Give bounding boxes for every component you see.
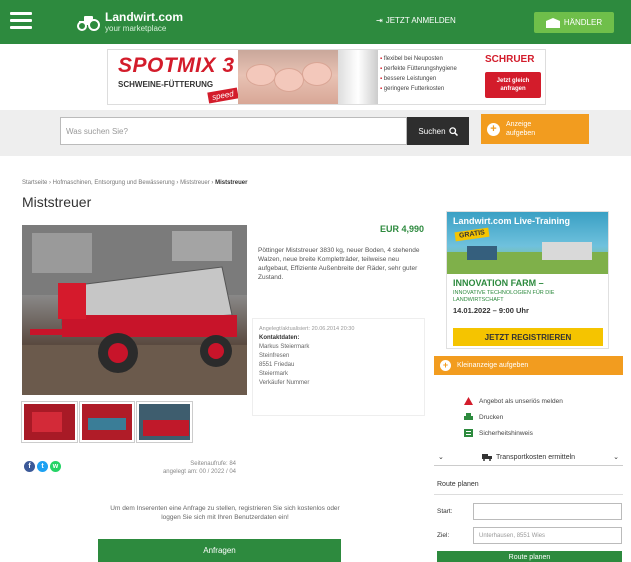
breadcrumb-path[interactable]: Startseite › Hofmaschinen, Entsorgung un… [22,180,215,186]
print-link[interactable]: Drucken [464,409,563,425]
contact-line: Markus Steiermark [259,344,310,350]
dealer-label: HÄNDLER [563,18,603,27]
ad-register-button[interactable]: JETZT REGISTRIEREN [453,328,603,346]
destination-input[interactable]: Unterhausen, 8551 Wies [473,527,622,544]
pigs-photo [238,50,338,104]
divider [434,494,623,495]
info-card-icon [464,429,473,437]
sidebar-post-ad-button[interactable]: + Kleinanzeige aufgeben [434,356,623,375]
breadcrumb-current: Miststreuer [215,180,248,186]
ad-date: 14.01.2022 – 9:00 Uhr [453,306,529,315]
views-count: Seitenaufrufe: 84 [190,461,236,467]
destination-value: Unterhausen, 8551 Wies [479,532,546,539]
created-date: angelegt am: 00 / 2022 / 04 [162,469,236,475]
plus-icon: + [487,122,500,136]
social-share: f t w [24,461,61,472]
search-button[interactable]: Suchen [407,117,469,145]
thumbnail[interactable] [78,401,136,443]
sidebar-post-label: Kleinanzeige aufgeben [457,362,529,369]
login-label: JETZT ANMELDEN [385,16,456,25]
banner-feature: flexibel bei Neuposten [380,54,480,64]
listing-description: Pöttinger Miststreuer 3830 kg, neuer Bod… [258,247,420,281]
manure-spreader-image [22,225,247,395]
ad-subtitle: INNOVATIVE TECHNOLOGIEN FÜR DIE LANDWIRT… [453,290,555,303]
dealer-button[interactable]: HÄNDLER [534,12,614,33]
hamburger-menu-icon[interactable] [10,12,32,30]
safety-link[interactable]: Sicherheitshinweis [464,425,563,441]
post-ad-label: Anzeige aufgeben [506,121,536,137]
search-button-label: Suchen [418,126,446,136]
price: EUR 4,990 [380,224,425,234]
page-title: Miststreuer [22,194,92,210]
site-logo[interactable]: Landwirt.com your marketplace [76,8,183,36]
spotmix-banner-ad[interactable]: SPOTMIX 3 SCHWEINE-FÜTTERUNG speed flexi… [107,49,546,105]
transport-label: Transportkosten ermitteln [495,453,576,461]
report-label: Angebot als unseriös melden [479,397,563,405]
brand-name: Landwirt.com [105,10,184,24]
top-navigation-bar: Landwirt.com your marketplace ⇥ JETZT AN… [0,0,631,44]
chevron-down-icon: ⌄ [613,454,619,461]
listing-actions: Angebot als unseriös melden Drucken Sich… [464,393,563,441]
contact-line: Verkäufer Nummer [259,380,310,386]
breadcrumb: Startseite › Hofmaschinen, Entsorgung un… [22,180,247,186]
print-label: Drucken [479,413,504,421]
photo-thumbnails [21,401,194,443]
banner-left-panel: SPOTMIX 3 SCHWEINE-FÜTTERUNG speed [108,50,239,104]
login-icon: ⇥ [376,16,383,25]
banner-subtitle: SCHWEINE-FÜTTERUNG [118,80,214,89]
banner-speed-tag: speed [207,87,239,104]
plus-icon: + [440,360,451,371]
contact-heading: Kontaktdaten: [259,335,300,341]
inquiry-info: Um dem Inserenten eine Anfrage zu stelle… [110,505,340,521]
destination-label: Ziel: [437,532,450,539]
twitter-icon[interactable]: t [37,461,48,472]
listed-date: Angelegt/aktualisiert: 20.06.2014 20:30 [259,326,355,332]
banner-brand: SCHRUER [485,54,535,65]
report-link[interactable]: Angebot als unseriös melden [464,393,563,409]
safety-label: Sicherheitshinweis [479,429,533,437]
transport-cost-toggle[interactable]: ⌄ Transportkosten ermitteln ⌄ [434,449,623,466]
start-input[interactable] [473,503,622,520]
live-training-ad[interactable]: Landwirt.com Live-Training GRATIS INNOVA… [446,211,609,349]
brand-tagline: your marketplace [105,24,167,33]
contact-line: 8551 Friedau [259,362,295,368]
facebook-icon[interactable]: f [24,461,35,472]
ad-headline: Landwirt.com Live-Training [453,216,571,226]
banner-feature: bessere Leistungen [380,74,480,84]
login-link[interactable]: ⇥ JETZT ANMELDEN [376,16,456,25]
feeder-photo [338,50,378,104]
listing-meta: Seitenaufrufe: 84 angelegt am: 00 / 2022… [150,460,236,476]
search-input[interactable]: Was suchen Sie? [60,117,407,145]
banner-feature-list: flexibel bei Neuposten perfekte Fütterun… [380,54,480,94]
search-bar-section: Was suchen Sie? Suchen + Anzeige aufgebe… [0,110,631,156]
printer-icon [464,413,473,420]
post-ad-button[interactable]: + Anzeige aufgeben [481,114,589,144]
thumbnail[interactable] [136,401,194,443]
main-product-photo[interactable] [22,225,247,395]
banner-feature: geringere Futterkosten [380,84,480,94]
contact-line: Steinfresen [259,353,290,359]
truck-icon [481,453,492,461]
contact-line: Steiermark [259,371,289,377]
contact-box: Angelegt/aktualisiert: 20.06.2014 20:30 … [252,318,425,416]
shop-icon [545,17,560,28]
thumbnail[interactable] [21,401,78,443]
banner-title: SPOTMIX 3 [118,54,235,77]
tractor-icon [77,16,100,31]
start-label: Start: [437,508,453,515]
search-icon [448,126,458,136]
warning-icon [464,397,473,405]
route-heading: Route planen [437,481,479,488]
inquiry-button[interactable]: Anfragen [98,539,341,562]
chevron-down-icon: ⌄ [438,454,444,461]
banner-feature: perfekte Fütterungshygiene [380,64,480,74]
ad-title: INNOVATION FARM – [453,278,544,288]
whatsapp-icon[interactable]: w [50,461,61,472]
search-placeholder: Was suchen Sie? [66,126,128,136]
banner-cta-button[interactable]: Jetzt gleich anfragen [485,72,541,98]
route-plan-button[interactable]: Route planen [437,551,622,562]
